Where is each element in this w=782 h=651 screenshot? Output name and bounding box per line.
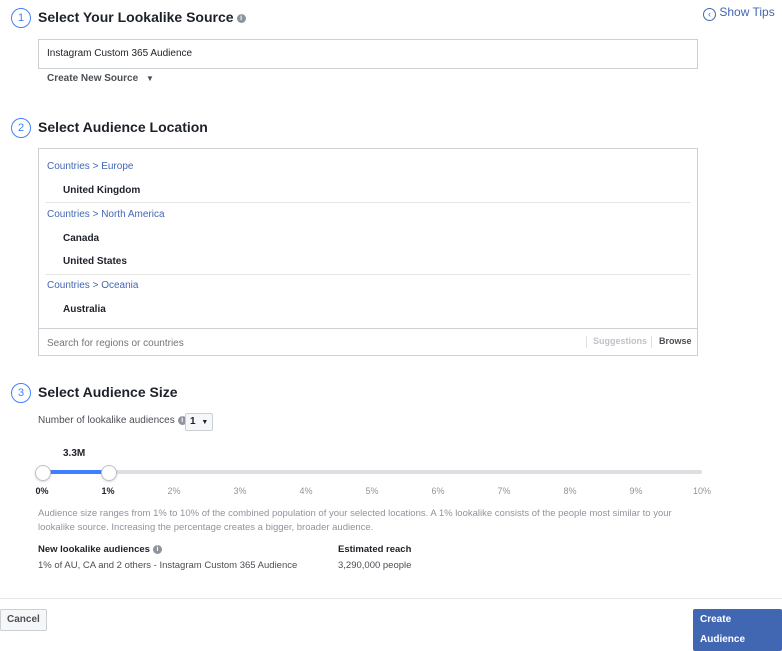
info-icon[interactable]: i [152,544,162,554]
location-item[interactable]: Australia [63,304,106,315]
divider [45,202,691,203]
location-search-bar: Suggestions Browse [39,328,697,356]
browse-tab[interactable]: Browse [659,336,692,346]
slider-tick-label: 8% [563,486,577,496]
create-new-source-label: Create New Source [47,73,139,84]
audience-name: 1% of AU, CA and 2 others - Instagram Cu… [38,560,298,571]
audience-reach: 3,290,000 people [338,560,412,571]
step-2-title: Select Audience Location [38,119,208,135]
footer-divider [0,598,782,599]
chevron-left-circle-icon: ‹ [703,8,716,21]
audience-count-select[interactable]: 1 ▼ [185,413,214,431]
slider-track[interactable] [42,470,702,474]
step-2-number: 2 [11,118,31,138]
cancel-button[interactable]: Cancel [0,609,47,631]
step-1-title-text: Select Your Lookalike Source [38,9,234,25]
slider-tick-label: 5% [365,486,379,496]
slider-handle-min[interactable] [35,465,51,481]
create-audience-button[interactable]: Create Audience [693,609,782,651]
slider-tick-label: 2% [167,486,181,496]
slider-handle-max[interactable] [101,465,117,481]
step-3-title: Select Audience Size [38,384,178,400]
show-tips-label: Show Tips [719,5,775,19]
create-new-source-dropdown[interactable]: Create New Source ▼ [47,73,154,84]
slider-fill [42,470,108,474]
slider-tick-label: 10% [692,486,712,496]
separator [586,336,587,348]
info-icon[interactable]: i [236,13,246,23]
suggestions-tab[interactable]: Suggestions [593,336,647,346]
new-audiences-header: New lookalike audiences i [38,544,162,555]
slider-tick-label: 4% [299,486,313,496]
estimated-reach-header: Estimated reach [338,544,412,555]
slider-tick-label: 6% [431,486,445,496]
location-box: Countries > Europe United Kingdom Countr… [38,148,698,356]
caret-down-icon: ▼ [201,419,209,426]
location-group-oceania[interactable]: Countries > Oceania [47,280,138,291]
step-1-number: 1 [11,8,31,28]
slider-tick-label: 1% [101,486,115,496]
location-item[interactable]: United Kingdom [63,185,140,196]
location-group-europe[interactable]: Countries > Europe [47,161,133,172]
size-description: Audience size ranges from 1% to 10% of t… [38,508,672,533]
audience-count-row: Number of lookalike audiences i [38,415,187,426]
new-audiences-header-text: New lookalike audiences [38,544,150,555]
location-item[interactable]: Canada [63,233,99,244]
location-search-input[interactable] [45,334,569,352]
caret-down-icon: ▼ [145,74,154,83]
separator [651,336,652,348]
location-item[interactable]: United States [63,256,127,267]
audience-count-label: Number of lookalike audiences [38,415,175,426]
step-3-number: 3 [11,383,31,403]
slider-tick-label: 3% [233,486,247,496]
slider-tick-label: 0% [35,486,49,496]
step-1-title: Select Your Lookalike Source i [38,9,246,25]
slider-tick-label: 9% [629,486,643,496]
show-tips-link[interactable]: ‹ Show Tips [703,5,775,21]
audience-count-value: 1 [190,416,196,427]
divider [45,274,691,275]
slider-value-label: 3.3M [63,448,86,459]
location-group-north-america[interactable]: Countries > North America [47,209,165,220]
source-input[interactable]: Instagram Custom 365 Audience [38,39,698,69]
source-selected-value: Instagram Custom 365 Audience [47,48,193,59]
slider-tick-label: 7% [497,486,511,496]
